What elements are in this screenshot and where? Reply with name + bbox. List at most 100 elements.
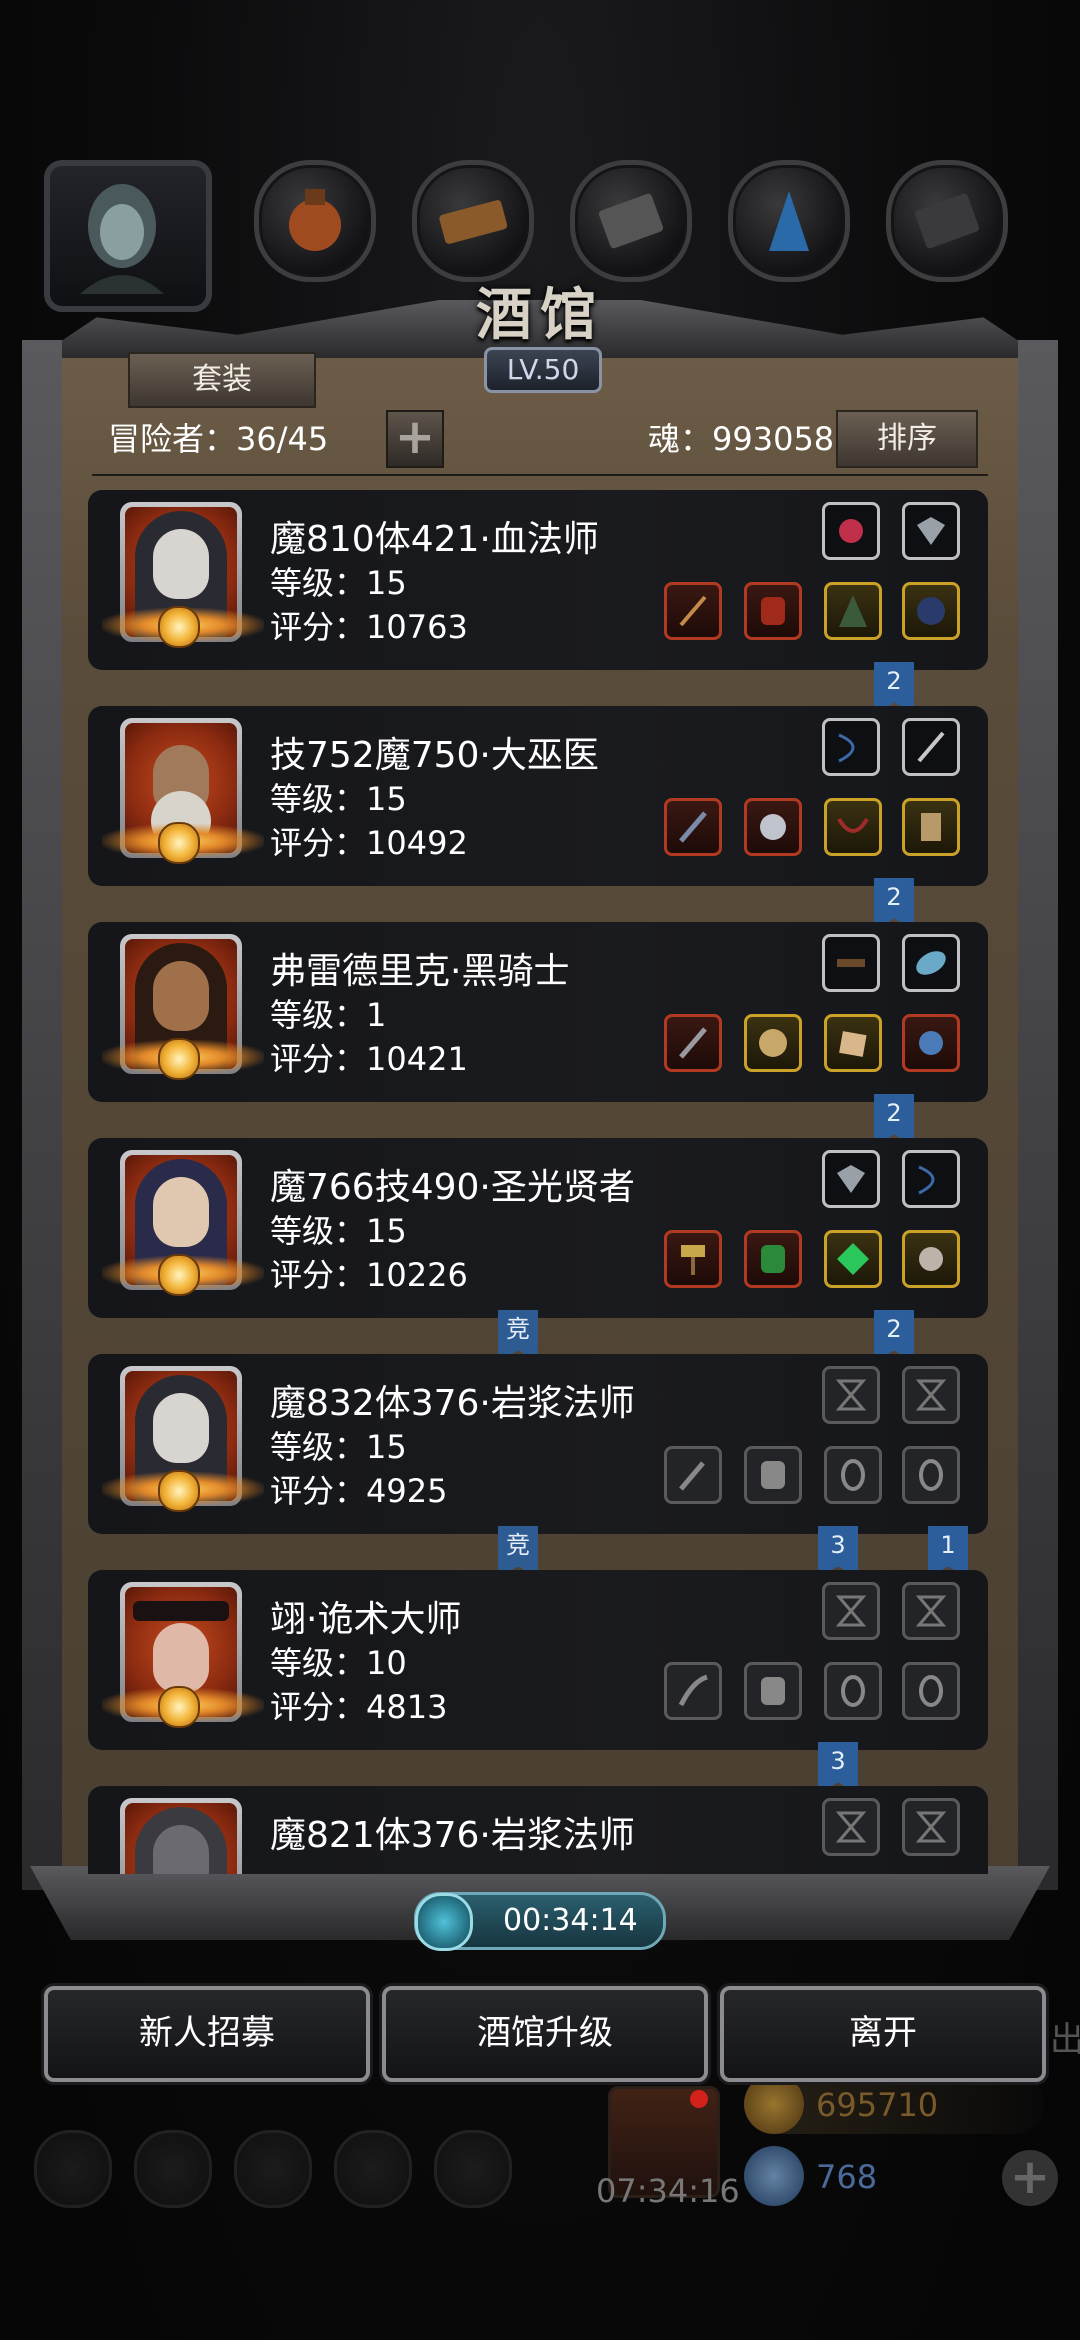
hero-name: 魔821体376·岩浆法师	[270, 1815, 635, 1856]
equip-slot[interactable]	[664, 1014, 722, 1072]
equip-slot[interactable]	[744, 1230, 802, 1288]
hero-card[interactable]: 技752魔750·大巫医 等级：15 评分：10492	[88, 706, 988, 886]
settings-icon	[34, 2130, 112, 2208]
bow-icon	[918, 1165, 935, 1195]
sort-button[interactable]: 排序	[836, 410, 978, 468]
star-icon	[158, 1038, 200, 1080]
gem-display: 768	[744, 2146, 1044, 2206]
empty-weapon-slot[interactable]	[664, 1446, 722, 1504]
equip-slot[interactable]	[664, 582, 722, 640]
hourglass-icon	[835, 1379, 867, 1411]
background-out-label: 出	[1050, 2020, 1080, 2060]
gem-value: 768	[816, 2158, 878, 2196]
empty-ring-slot[interactable]	[902, 1662, 960, 1720]
accessory-slot[interactable]	[822, 718, 880, 776]
equip-slot[interactable]	[902, 798, 960, 856]
equip-slot[interactable]	[902, 1014, 960, 1072]
equip-slot[interactable]	[664, 798, 722, 856]
accessory-slot[interactable]	[902, 934, 960, 992]
empty-accessory-slot[interactable]	[902, 1798, 960, 1856]
hero-list[interactable]: 魔810体421·血法师 等级：15 评分：10763 2 技752魔750·大…	[88, 480, 988, 1874]
accessory-slot[interactable]	[902, 718, 960, 776]
armor-icon	[761, 1461, 785, 1489]
gauntlet-icon	[919, 1031, 943, 1055]
accessory-slot[interactable]	[902, 502, 960, 560]
equip-slot[interactable]	[664, 1230, 722, 1288]
ring-icon	[841, 1675, 865, 1707]
empty-accessory-slot[interactable]	[822, 1798, 880, 1856]
empty-armor-slot[interactable]	[744, 1446, 802, 1504]
empty-accessory-slot[interactable]	[822, 1366, 880, 1424]
hourglass-icon	[835, 1595, 867, 1627]
hero-score: 评分：4925	[270, 1472, 448, 1510]
stone-icon	[598, 193, 664, 249]
equip-slot[interactable]	[824, 1014, 882, 1072]
hero-card[interactable]: 魔766技490·圣光贤者 等级：15 评分：10226	[88, 1138, 988, 1318]
hero-card[interactable]: 翊·诡术大师 等级：10 评分：4813	[88, 1570, 988, 1750]
empty-armor-slot[interactable]	[744, 1662, 802, 1720]
empty-ring-slot[interactable]	[902, 1446, 960, 1504]
hero-card[interactable]: 魔810体421·血法师 等级：15 评分：10763	[88, 490, 988, 670]
tab-iron[interactable]	[886, 160, 1008, 282]
hero-score: 评分：10492	[270, 824, 468, 862]
hammer-icon	[681, 1245, 705, 1275]
tab-wood[interactable]	[412, 160, 534, 282]
notification-dot	[690, 2090, 708, 2108]
equip-slot[interactable]	[902, 582, 960, 640]
empty-ring-slot[interactable]	[824, 1446, 882, 1504]
suit-button[interactable]: 套装	[128, 352, 316, 408]
amulet-icon	[917, 517, 945, 545]
tab-crystal[interactable]	[728, 160, 850, 282]
tab-stone[interactable]	[570, 160, 692, 282]
empty-weapon-slot[interactable]	[664, 1662, 722, 1720]
gold-value: 695710	[816, 2086, 939, 2124]
hero-portrait	[120, 1798, 242, 1874]
blade-icon	[678, 1674, 708, 1707]
equip-slot[interactable]	[902, 1230, 960, 1288]
equip-slot[interactable]	[824, 1230, 882, 1288]
hourglass-icon	[915, 1379, 947, 1411]
empty-accessory-slot[interactable]	[902, 1366, 960, 1424]
refresh-timer: 00:34:14	[414, 1892, 666, 1951]
divider	[92, 474, 988, 476]
hero-card[interactable]: 魔821体376·岩浆法师	[88, 1786, 988, 1874]
accessory-slot[interactable]	[902, 1150, 960, 1208]
equip-slot[interactable]	[824, 798, 882, 856]
scroll-icon	[921, 813, 941, 841]
mail-icon	[334, 2130, 412, 2208]
accessory-slot[interactable]	[822, 1150, 880, 1208]
hero-card[interactable]: 魔832体376·岩浆法师 等级：15 评分：4925	[88, 1354, 988, 1534]
staff-icon	[679, 595, 707, 627]
empty-accessory-slot[interactable]	[822, 1582, 880, 1640]
accessory-slot[interactable]	[822, 502, 880, 560]
empty-accessory-slot[interactable]	[902, 1582, 960, 1640]
hero-score: 评分：4813	[270, 1688, 448, 1726]
hero-level: 等级：10	[270, 1644, 407, 1682]
cloak-icon	[839, 595, 867, 627]
crystal-icon	[769, 191, 809, 251]
helmet-icon	[917, 597, 945, 625]
expand-capacity-button[interactable]: +	[386, 410, 444, 468]
recruit-button[interactable]: 新人招募	[44, 1986, 370, 2082]
hero-name: 魔810体421·血法师	[270, 519, 599, 560]
equip-slot[interactable]	[744, 798, 802, 856]
hero-score: 评分：10226	[270, 1256, 468, 1294]
upgrade-tavern-button[interactable]: 酒馆升级	[382, 1986, 708, 2082]
hero-name: 魔832体376·岩浆法师	[270, 1383, 635, 1424]
tab-potion[interactable]	[254, 160, 376, 282]
timer-text: 00:34:14	[503, 1903, 638, 1938]
star-icon	[158, 1470, 200, 1512]
leave-button[interactable]: 离开	[720, 1986, 1046, 2082]
left-frame	[22, 340, 62, 1890]
equip-slot[interactable]	[744, 582, 802, 640]
ring-icon	[841, 1459, 865, 1491]
accessory-slot[interactable]	[822, 934, 880, 992]
hero-card[interactable]: 弗雷德里克·黑骑士 等级：1 评分：10421	[88, 922, 988, 1102]
armor-icon	[761, 1677, 785, 1705]
book-icon	[234, 2130, 312, 2208]
armor-icon	[761, 597, 785, 625]
empty-ring-slot[interactable]	[824, 1662, 882, 1720]
hero-level: 等级：15	[270, 780, 407, 818]
equip-slot[interactable]	[744, 1014, 802, 1072]
equip-slot[interactable]	[824, 582, 882, 640]
